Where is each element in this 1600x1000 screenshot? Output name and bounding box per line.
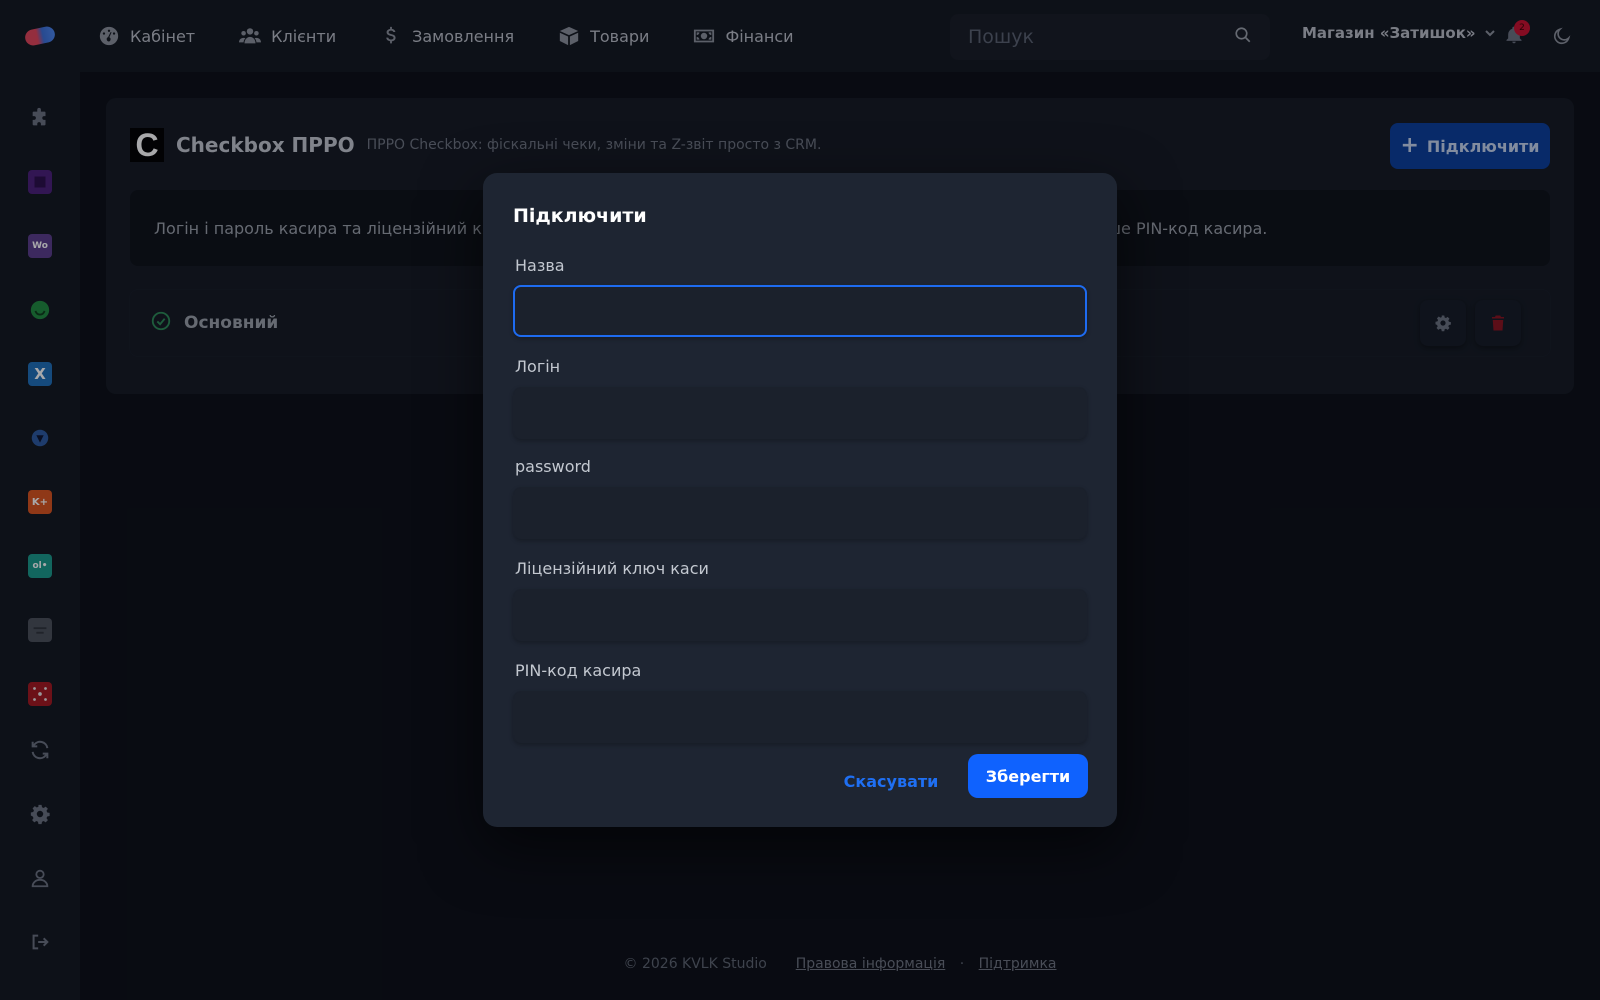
save-button[interactable]: Зберегти (968, 754, 1088, 798)
license-key-label: Ліцензійний ключ каси (515, 559, 709, 578)
license-key-input[interactable] (513, 589, 1087, 641)
connect-modal: Підключити Назва Логін password Ліцензій… (483, 173, 1117, 827)
name-label: Назва (515, 256, 565, 275)
login-label: Логін (515, 357, 561, 376)
login-input[interactable] (513, 387, 1087, 439)
pin-input[interactable] (513, 691, 1087, 743)
password-label: password (515, 457, 591, 476)
name-input[interactable] (513, 285, 1087, 337)
cancel-button[interactable]: Скасувати (843, 761, 939, 801)
pin-label: PIN-код касира (515, 661, 642, 680)
modal-title: Підключити (513, 205, 647, 227)
password-input[interactable] (513, 487, 1087, 539)
